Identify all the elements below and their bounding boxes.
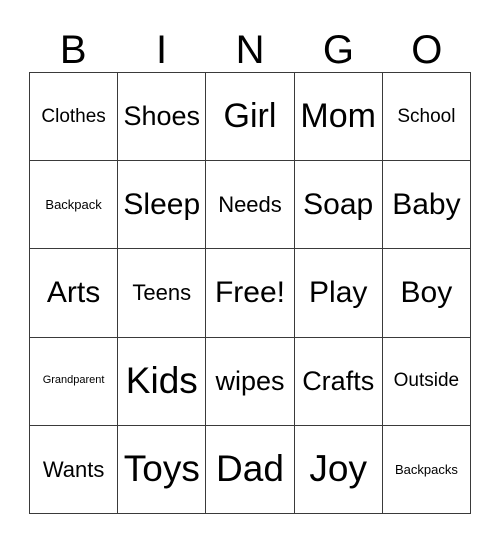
bingo-cell[interactable]: Arts bbox=[30, 249, 119, 338]
bingo-header-letter-n: N bbox=[235, 28, 265, 72]
bingo-cell-label: wipes bbox=[215, 366, 285, 397]
bingo-cell[interactable]: Grandparent bbox=[30, 337, 119, 426]
bingo-cell[interactable]: Outside bbox=[382, 337, 471, 426]
bingo-header-letter-g: G bbox=[322, 28, 354, 72]
bingo-cell-free-space[interactable]: Free! bbox=[206, 249, 295, 338]
bingo-header-letter-b: B bbox=[59, 28, 87, 72]
bingo-cell-label: Play bbox=[309, 276, 368, 310]
bingo-cell[interactable]: Backpacks bbox=[382, 425, 471, 514]
bingo-cell[interactable]: Shoes bbox=[118, 73, 207, 162]
bingo-cell-label: Teens bbox=[132, 280, 192, 306]
bingo-cell-label: Backpack bbox=[45, 196, 102, 212]
bingo-cell-label: School bbox=[397, 105, 456, 127]
bingo-cell[interactable]: Baby bbox=[382, 161, 471, 250]
bingo-cell[interactable]: Mom bbox=[294, 73, 383, 162]
bingo-cell[interactable]: Toys bbox=[118, 425, 207, 514]
bingo-cell[interactable]: Joy bbox=[294, 425, 383, 514]
bingo-cell-label: Mom bbox=[300, 96, 376, 135]
bingo-cell-label: Wants bbox=[42, 456, 105, 482]
bingo-cell[interactable]: Wants bbox=[30, 425, 119, 514]
bingo-cell-label: Crafts bbox=[302, 366, 375, 397]
bingo-cell[interactable]: Backpack bbox=[30, 161, 119, 250]
bingo-cell-label: Outside bbox=[393, 370, 460, 392]
bingo-cell-label: Kids bbox=[125, 359, 198, 401]
bingo-cell-label: Toys bbox=[123, 447, 200, 489]
bingo-cell-label: Joy bbox=[309, 447, 367, 489]
bingo-cell[interactable]: Kids bbox=[118, 337, 207, 426]
bingo-cell[interactable]: Soap bbox=[294, 161, 383, 250]
bingo-cell-label: Boy bbox=[400, 276, 453, 310]
bingo-cell-label: Clothes bbox=[41, 105, 106, 127]
bingo-cell-label: Girl bbox=[223, 96, 277, 135]
bingo-cell[interactable]: Crafts bbox=[294, 337, 383, 426]
bingo-cell[interactable]: wipes bbox=[206, 337, 295, 426]
bingo-header-letter-o: O bbox=[411, 28, 443, 72]
bingo-cell[interactable]: Dad bbox=[206, 425, 295, 514]
bingo-cell-label: Backpacks bbox=[394, 461, 458, 477]
bingo-cell-label: Needs bbox=[218, 192, 282, 218]
bingo-cell-label: Soap bbox=[303, 188, 374, 222]
bingo-header-row: B I N G O bbox=[29, 20, 471, 72]
bingo-cell[interactable]: Clothes bbox=[30, 73, 119, 162]
bingo-cell-label: Dad bbox=[216, 447, 284, 489]
bingo-cell-label: Sleep bbox=[123, 188, 201, 222]
bingo-cell-label: Grandparent bbox=[42, 374, 105, 387]
bingo-cell[interactable]: Play bbox=[294, 249, 383, 338]
bingo-cell[interactable]: Teens bbox=[118, 249, 207, 338]
bingo-cell-label: Baby bbox=[392, 188, 461, 222]
bingo-cell[interactable]: Boy bbox=[382, 249, 471, 338]
bingo-cell[interactable]: Girl bbox=[206, 73, 295, 162]
bingo-cell-label: Free! bbox=[214, 276, 285, 310]
bingo-grid: Clothes Shoes Girl Mom School Backpack S… bbox=[29, 72, 471, 514]
bingo-card: B I N G O Clothes Shoes Girl Mom School … bbox=[0, 0, 500, 544]
bingo-header-letter-i: I bbox=[156, 28, 168, 72]
bingo-cell-label: Shoes bbox=[123, 101, 201, 132]
bingo-cell[interactable]: School bbox=[382, 73, 471, 162]
bingo-cell-label: Arts bbox=[46, 276, 101, 310]
bingo-cell[interactable]: Sleep bbox=[118, 161, 207, 250]
bingo-cell[interactable]: Needs bbox=[206, 161, 295, 250]
